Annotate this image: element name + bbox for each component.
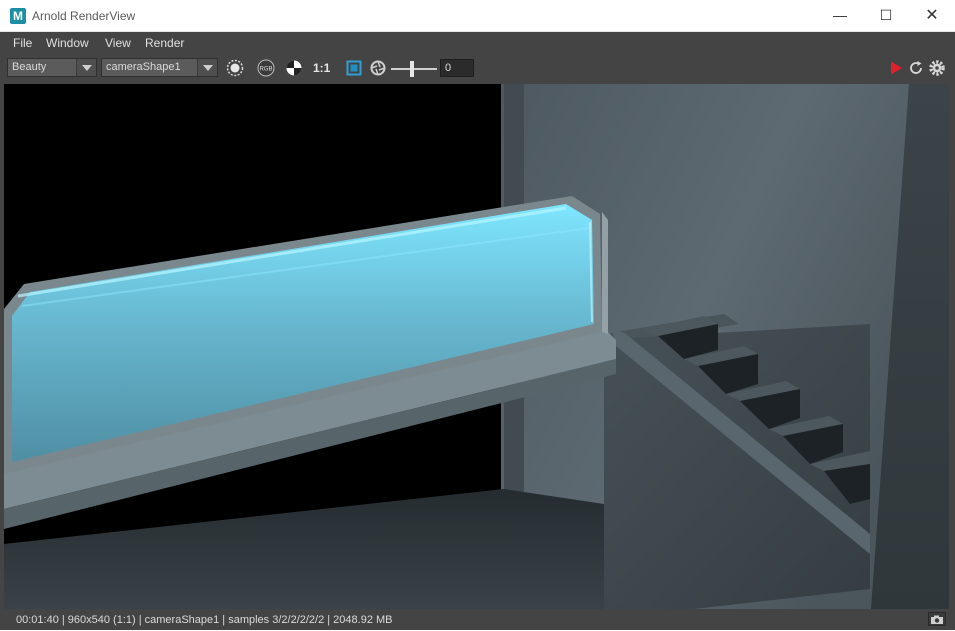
- aov-dropdown[interactable]: Beauty: [7, 58, 97, 77]
- region-crop-icon[interactable]: [345, 59, 363, 77]
- status-text: 00:01:40 | 960x540 (1:1) | cameraShape1 …: [16, 614, 393, 626]
- toolbar: Beauty cameraShape1 RGB 1:1 0: [0, 56, 955, 82]
- renderview-frame: File Window View Render Beauty cameraSha…: [0, 32, 955, 630]
- window-title: Arnold RenderView: [32, 9, 136, 23]
- camera-dropdown-value: cameraShape1: [106, 61, 181, 73]
- rgb-icon-label: RGB: [259, 67, 272, 73]
- maya-app-icon: M: [10, 8, 26, 24]
- gear-icon[interactable]: [928, 59, 946, 77]
- minimize-button[interactable]: —: [817, 0, 863, 32]
- menu-file[interactable]: File: [13, 36, 32, 50]
- close-button[interactable]: ✕: [909, 0, 955, 32]
- exposure-slider-handle[interactable]: [410, 61, 414, 77]
- refresh-icon[interactable]: [907, 59, 925, 77]
- maximize-button[interactable]: ☐: [863, 0, 909, 32]
- status-bar: 00:01:40 | 960x540 (1:1) | cameraShape1 …: [0, 610, 955, 630]
- chevron-down-icon: [76, 59, 96, 76]
- menu-window[interactable]: Window: [46, 36, 89, 50]
- render-play-icon[interactable]: [887, 59, 905, 77]
- ratio-label[interactable]: 1:1: [313, 61, 330, 75]
- rgb-icon[interactable]: RGB: [257, 59, 275, 77]
- exposure-icon[interactable]: [369, 59, 387, 77]
- menu-bar: File Window View Render: [0, 32, 955, 56]
- render-viewport[interactable]: [4, 84, 949, 609]
- chevron-down-icon: [197, 59, 217, 76]
- exposure-slider-track[interactable]: [391, 68, 437, 70]
- aov-dropdown-value: Beauty: [12, 61, 47, 73]
- camera-dropdown[interactable]: cameraShape1: [101, 58, 218, 77]
- menu-view[interactable]: View: [105, 36, 131, 50]
- exposure-value-field[interactable]: 0: [440, 59, 474, 77]
- camera-icon: [931, 615, 943, 624]
- snapshot-camera-icon[interactable]: [928, 612, 946, 626]
- title-bar: M Arnold RenderView — ☐ ✕: [0, 0, 955, 32]
- menu-render[interactable]: Render: [145, 36, 184, 50]
- checker-background-icon[interactable]: [285, 59, 303, 77]
- display-channels-icon[interactable]: [226, 59, 244, 77]
- render-image: [4, 84, 949, 609]
